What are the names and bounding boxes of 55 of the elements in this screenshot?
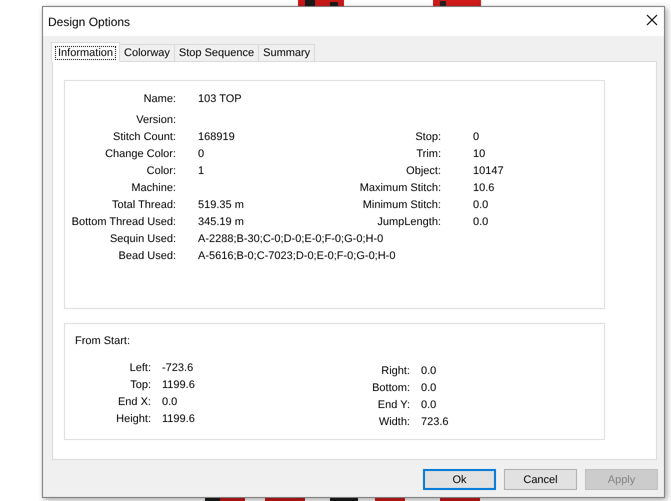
field-label: Object: <box>405 164 441 176</box>
field-label: Bead Used: <box>118 250 176 262</box>
tab[interactable]: Colorway <box>119 44 175 61</box>
group-title: From Start: <box>75 335 132 347</box>
field-value: 0.0 <box>162 396 178 408</box>
field-value: 345.19 m <box>198 216 245 228</box>
field-label: Width: <box>378 416 410 428</box>
field-label: Machine: <box>130 182 176 194</box>
field-value: 1199.6 <box>162 412 196 424</box>
field-label: Bottom Thread Used: <box>70 216 176 228</box>
field-label: Bottom: <box>371 382 410 394</box>
field-label: Total Thread: <box>110 198 176 210</box>
tab[interactable]: Stop Sequence <box>174 44 260 61</box>
field-label: Height: <box>115 412 151 424</box>
field-label: JumpLength: <box>376 216 441 228</box>
field-value: 10.6 <box>473 182 496 194</box>
field-label: Left: <box>128 362 151 374</box>
field-value: A-5616;B-0;C-7023;D-0;E-0;F-0;G-0;H-0 <box>198 250 396 262</box>
field-value: 10147 <box>473 164 505 176</box>
field-label: Minimum Stitch: <box>362 198 441 210</box>
field-value: 519.35 m <box>198 198 245 210</box>
field-label: Top: <box>129 378 151 390</box>
field-value: 0 <box>473 130 480 142</box>
field-value: 0.0 <box>421 382 438 394</box>
field-value: 0.0 <box>421 364 438 376</box>
dialog-button[interactable]: Cancel <box>504 469 577 490</box>
field-label: Color: <box>146 164 176 176</box>
field-label: Stop: <box>414 130 441 142</box>
tab[interactable]: Summary <box>258 44 316 61</box>
window-title: Design Options <box>48 14 130 28</box>
field-label: Maximum Stitch: <box>358 182 441 194</box>
field-value: -723.6 <box>162 362 194 374</box>
field-value: 0.0 <box>473 216 490 228</box>
field-label: Change Color: <box>104 148 176 160</box>
close-icon[interactable] <box>646 14 658 26</box>
field-value: 1199.6 <box>162 378 196 390</box>
field-label: Version: <box>135 114 176 126</box>
field-value: 0 <box>198 148 206 160</box>
tab[interactable]: Information <box>51 42 120 62</box>
field-value: 1 <box>198 164 206 176</box>
dialog-button[interactable]: Ok <box>423 469 496 490</box>
field-label: Stitch Count: <box>112 130 176 142</box>
field-value: 103 TOP <box>198 93 243 105</box>
field-value: A-2288;B-30;C-0;D-0;E-0;F-0;G-0;H-0 <box>198 232 384 244</box>
field-label: Trim: <box>415 148 441 160</box>
field-label: Name: <box>142 93 176 105</box>
field-value: 0.0 <box>421 398 438 410</box>
field-value: 0.0 <box>473 198 490 210</box>
field-value: 723.6 <box>421 416 450 428</box>
field-label: Right: <box>380 364 410 376</box>
field-value: 10 <box>473 148 486 160</box>
field-label: Sequin Used: <box>108 232 176 244</box>
field-label: End X: <box>116 396 151 408</box>
field-value: 168919 <box>198 130 236 142</box>
field-label: End Y: <box>376 398 410 410</box>
